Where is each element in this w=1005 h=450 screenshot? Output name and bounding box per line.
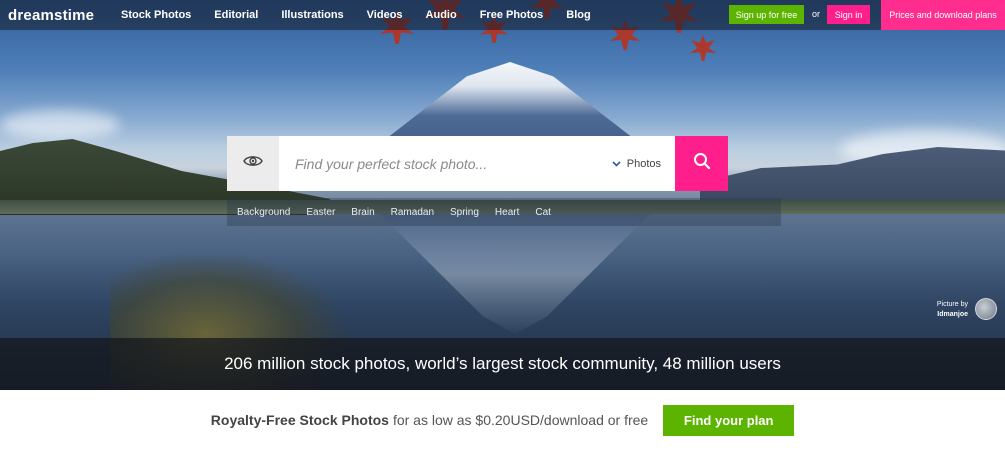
search-icon <box>693 152 711 175</box>
prices-plans-button[interactable]: Prices and download plans <box>881 0 1005 30</box>
tag-link[interactable]: Easter <box>306 207 335 218</box>
main-nav: Stock Photos Editorial Illustrations Vid… <box>121 0 614 30</box>
nav-free-photos[interactable]: Free Photos <box>480 9 544 21</box>
search-input[interactable] <box>279 136 639 191</box>
nav-videos[interactable]: Videos <box>367 9 403 21</box>
search-bar: Photos <box>227 136 781 191</box>
credit-prefix: Picture by <box>936 301 968 308</box>
signin-button[interactable]: Sign in <box>827 5 870 24</box>
hero-background-image <box>0 0 1005 390</box>
stats-text: 206 million stock photos, world’s larges… <box>224 354 781 373</box>
popular-search-tags: Background Easter Brain Ramadan Spring H… <box>227 198 781 226</box>
search-type-label: Photos <box>626 157 661 170</box>
dreamstime-logo[interactable]: dreamstime <box>8 7 94 24</box>
credit-author[interactable]: Idmanjoe <box>920 310 968 320</box>
signup-button[interactable]: Sign up for free <box>729 5 804 24</box>
stats-banner: 206 million stock photos, world’s larges… <box>0 338 1005 390</box>
visual-search-button[interactable] <box>227 136 279 191</box>
mountain-reflection <box>380 214 650 334</box>
tag-link[interactable]: Spring <box>450 207 479 218</box>
or-separator: or <box>812 9 821 19</box>
promo-bar: Royalty-Free Stock Photos for as low as … <box>0 390 1005 450</box>
author-avatar[interactable] <box>975 298 997 320</box>
nav-blog[interactable]: Blog <box>566 9 590 21</box>
promo-text: for as low as $0.20USD/download or free <box>392 412 649 428</box>
tag-link[interactable]: Cat <box>535 207 551 218</box>
tag-link[interactable]: Brain <box>351 207 374 218</box>
nav-editorial[interactable]: Editorial <box>214 9 258 21</box>
search-field-wrapper: Photos <box>279 136 675 191</box>
search-submit-button[interactable] <box>675 136 728 191</box>
tag-link[interactable]: Ramadan <box>391 207 434 218</box>
chevron-down-icon <box>612 158 621 170</box>
cloud <box>0 110 120 140</box>
promo-lead: Royalty-Free Stock Photos <box>210 412 389 428</box>
top-navigation-bar: dreamstime Stock Photos Editorial Illust… <box>0 0 1005 30</box>
eye-icon <box>243 154 263 173</box>
search-type-dropdown[interactable]: Photos <box>612 136 661 191</box>
tag-link[interactable]: Heart <box>495 207 519 218</box>
photo-credit: Picture by Idmanjoe <box>920 300 968 320</box>
find-your-plan-button[interactable]: Find your plan <box>663 404 795 436</box>
nav-illustrations[interactable]: Illustrations <box>281 9 343 21</box>
nav-stock-photos[interactable]: Stock Photos <box>121 9 191 21</box>
tag-link[interactable]: Background <box>237 207 290 218</box>
nav-audio[interactable]: Audio <box>426 9 457 21</box>
